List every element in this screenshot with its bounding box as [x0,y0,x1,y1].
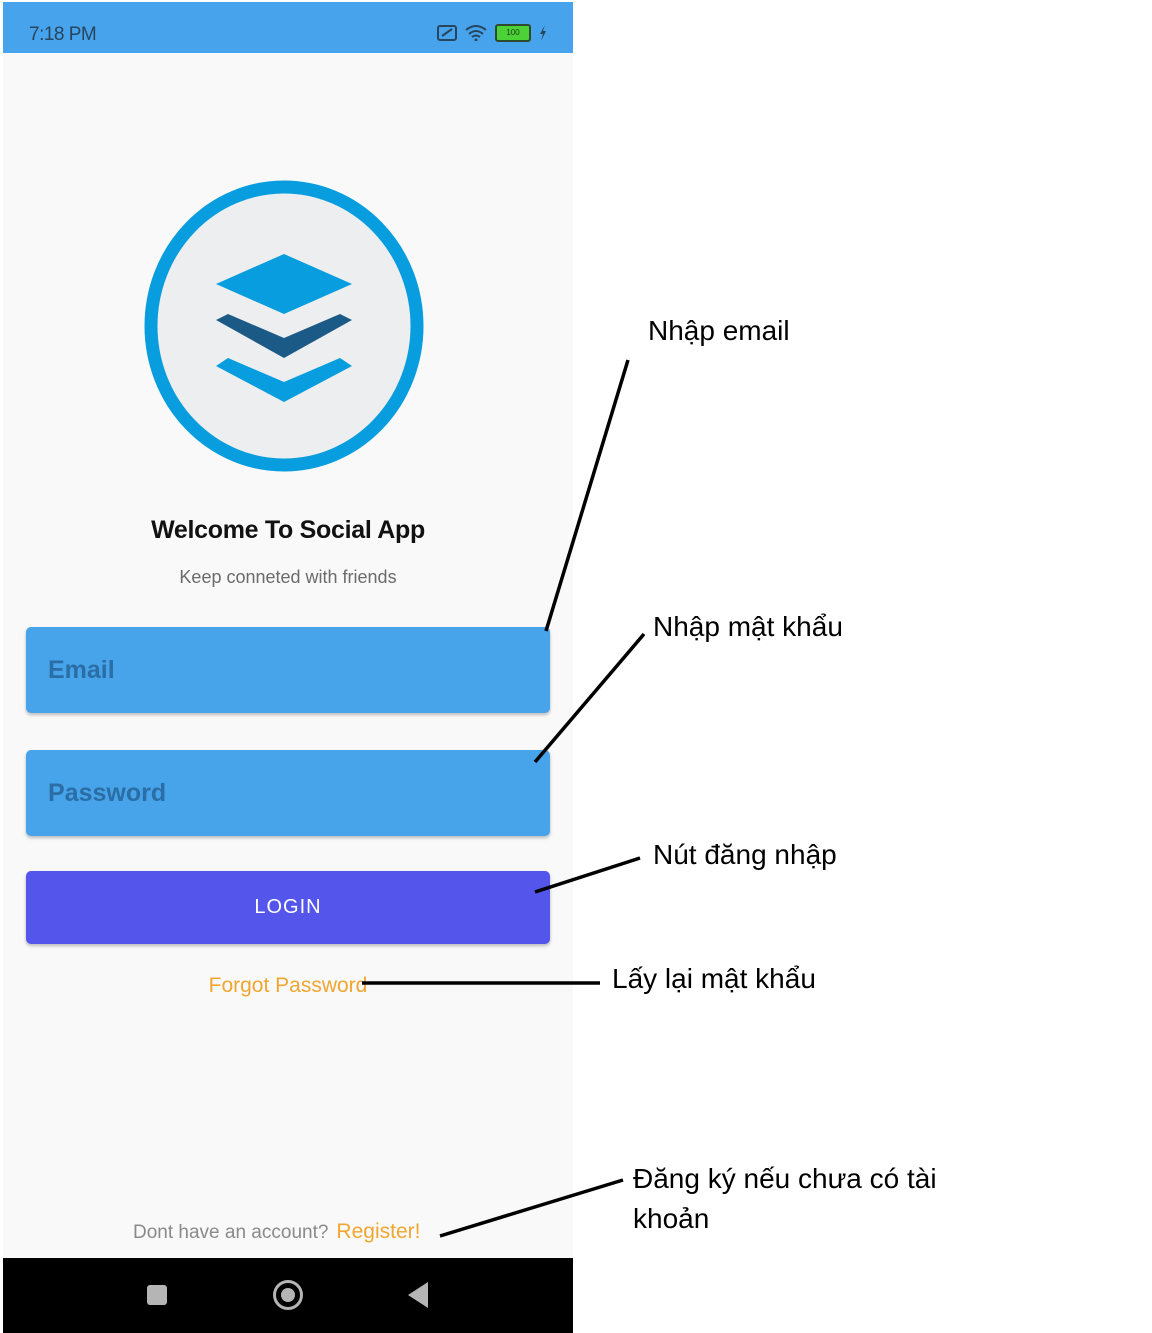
password-field[interactable] [26,750,550,836]
phone-screen: 7:18 PM 100 Welcome To Social App Keep c… [3,2,573,1333]
app-logo [144,180,424,472]
annotation-register-line1: Đăng ký nếu chưa có tài [633,1163,937,1194]
annotation-forgot: Lấy lại mật khẩu [612,963,816,994]
register-link[interactable]: Register! [336,1220,420,1243]
back-icon[interactable] [408,1282,428,1308]
status-time: 7:18 PM [29,24,97,45]
home-icon[interactable] [273,1280,303,1310]
annotation-register: Đăng ký nếu chưa có tài khoản [633,1159,937,1239]
register-prompt: Dont have an account? [133,1222,329,1243]
annotation-login: Nút đăng nhập [653,839,837,870]
recent-apps-icon[interactable] [147,1285,167,1305]
email-field[interactable] [26,627,550,713]
annotation-register-line2: khoản [633,1203,710,1234]
welcome-subtitle: Keep conneted with friends [179,567,397,587]
wifi-icon [465,25,487,41]
welcome-title: Welcome To Social App [151,516,425,544]
annotation-password: Nhập mật khẩu [653,611,843,642]
status-bar: 7:18 PM 100 [3,2,573,53]
register-row: Dont have an account? Register! [133,1220,420,1244]
forgot-password-link[interactable]: Forgot Password [3,974,573,998]
status-icons: 100 [437,24,547,42]
charging-icon [540,25,546,41]
navigation-bar [3,1258,573,1333]
sim-icon [437,25,457,41]
battery-level: 100 [506,28,520,37]
login-button[interactable]: LOGIN [26,871,550,944]
battery-icon: 100 [495,24,531,42]
annotation-email: Nhập email [648,315,790,346]
